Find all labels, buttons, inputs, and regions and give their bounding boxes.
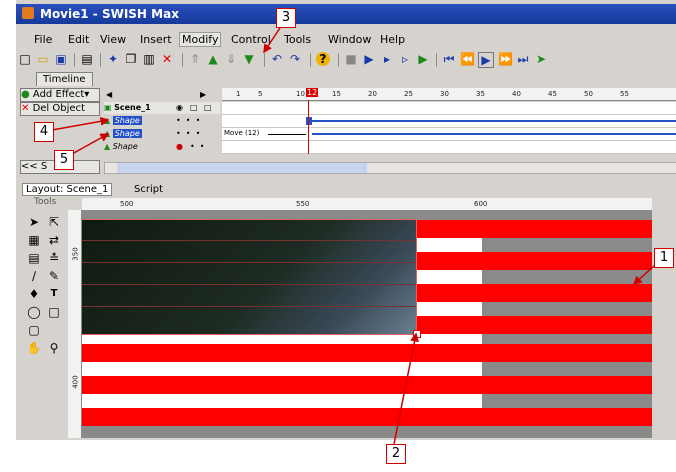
callout-1: 1 — [654, 248, 674, 268]
callout-3: 3 — [276, 8, 296, 28]
callout-2: 2 — [386, 444, 406, 464]
callout-5: 5 — [54, 150, 74, 170]
callout-4: 4 — [34, 122, 54, 142]
annotation-arrows — [51, 27, 655, 445]
